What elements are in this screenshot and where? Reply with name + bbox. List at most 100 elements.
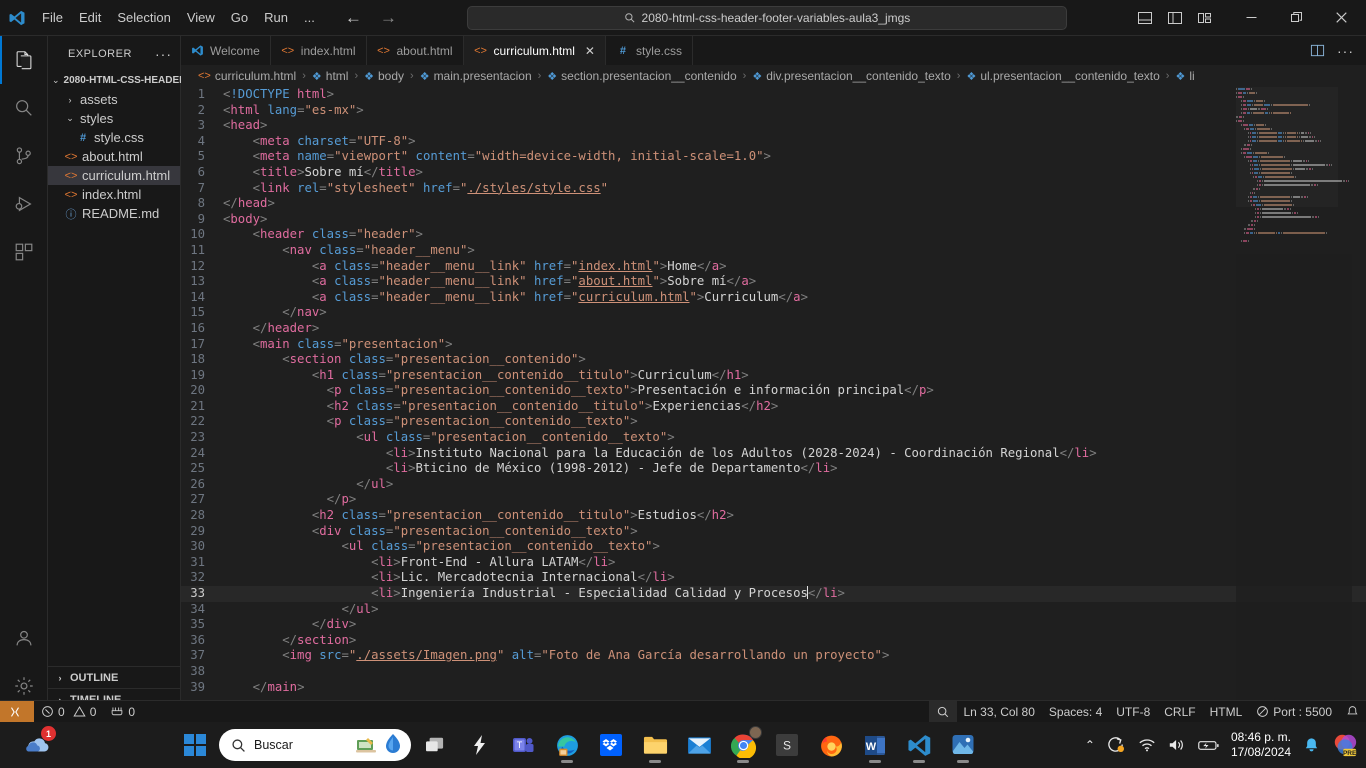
editor-more-actions-icon[interactable]: ···	[1337, 43, 1354, 59]
line-content[interactable]: <h2 class="presentacion__contenido__titu…	[223, 508, 1366, 524]
toggle-sidebar-icon[interactable]	[1167, 10, 1183, 26]
onedrive-sync-icon[interactable]	[1107, 736, 1126, 755]
line-content[interactable]: <p class="presentacion__contenido__texto…	[223, 383, 1366, 399]
line-content[interactable]: <li>Lic. Mercadotecnia Internacional</li…	[223, 570, 1366, 586]
s-app-icon[interactable]: S	[767, 725, 807, 765]
activity-extensions[interactable]	[0, 228, 48, 276]
breadcrumb-item-html[interactable]: ❖ html	[312, 69, 349, 83]
code-line[interactable]: 2 <html lang="es-mx">	[181, 103, 1366, 119]
line-content[interactable]: </head>	[223, 196, 1366, 212]
line-content[interactable]: <ul class="presentacion__contenido__text…	[223, 539, 1366, 555]
activity-accounts[interactable]	[0, 614, 48, 662]
tree-item-index-html[interactable]: <> index.html	[48, 185, 180, 204]
dropbox-app-icon[interactable]	[591, 725, 631, 765]
section-outline[interactable]: › OUTLINE	[48, 666, 180, 688]
task-view-button[interactable]	[415, 725, 455, 765]
code-line[interactable]: 18 <section class="presentacion__conteni…	[181, 352, 1366, 368]
line-content[interactable]: </ul>	[223, 602, 1366, 618]
code-line[interactable]: 29 <div class="presentacion__contenido__…	[181, 524, 1366, 540]
indentation-status[interactable]: Spaces: 4	[1042, 701, 1109, 723]
line-content[interactable]: </nav>	[223, 305, 1366, 321]
code-line[interactable]: 1 <!DOCTYPE html>	[181, 87, 1366, 103]
photos-app-icon[interactable]	[943, 725, 983, 765]
code-line[interactable]: 15 </nav>	[181, 305, 1366, 321]
line-column-status[interactable]: Ln 33, Col 80	[957, 701, 1042, 723]
editor-search-status[interactable]	[928, 700, 957, 723]
activity-source-control[interactable]	[0, 132, 48, 180]
code-line[interactable]: 14 <a class="header__menu__link" href="c…	[181, 290, 1366, 306]
line-content[interactable]: </div>	[223, 617, 1366, 633]
code-line[interactable]: 4 <meta charset="UTF-8">	[181, 134, 1366, 150]
eol-status[interactable]: CRLF	[1157, 701, 1202, 723]
edge-app-icon[interactable]	[547, 725, 587, 765]
line-content[interactable]: <link rel="stylesheet" href="./styles/st…	[223, 181, 1366, 197]
code-line[interactable]: 24 <li>Instituto Nacional para la Educac…	[181, 446, 1366, 462]
code-line[interactable]: 28 <h2 class="presentacion__contenido__t…	[181, 508, 1366, 524]
line-content[interactable]: <li>Ingeniería Industrial - Especialidad…	[223, 586, 1366, 602]
close-button[interactable]	[1319, 0, 1364, 35]
taskbar-clock[interactable]: 08:46 p. m. 17/08/2024	[1231, 730, 1291, 760]
customize-layout-icon[interactable]	[1197, 10, 1213, 26]
tab-welcome[interactable]: Welcome	[181, 36, 271, 65]
taskbar-search[interactable]: Buscar	[219, 729, 411, 761]
code-line[interactable]: 3 <head>	[181, 118, 1366, 134]
tree-item-assets[interactable]: › assets	[48, 90, 180, 109]
problems-status[interactable]: 0 0	[34, 701, 103, 723]
line-content[interactable]: <title>Sobre mí</title>	[223, 165, 1366, 181]
activity-search[interactable]	[0, 84, 48, 132]
start-button[interactable]	[175, 725, 215, 765]
code-line[interactable]: 30 <ul class="presentacion__contenido__t…	[181, 539, 1366, 555]
minimize-button[interactable]	[1229, 0, 1274, 35]
menu-view[interactable]: View	[179, 7, 223, 28]
wifi-icon[interactable]	[1138, 737, 1156, 753]
notifications-bell[interactable]	[1339, 701, 1366, 723]
code-line[interactable]: 8 </head>	[181, 196, 1366, 212]
code-line[interactable]: 35 </div>	[181, 617, 1366, 633]
line-content[interactable]: <p class="presentacion__contenido__texto…	[223, 414, 1366, 430]
menu-go[interactable]: Go	[223, 7, 256, 28]
breadcrumb-item-body[interactable]: ❖ body	[364, 69, 404, 83]
lightning-app-icon[interactable]	[459, 725, 499, 765]
tray-chevron-up-icon[interactable]: ⌃	[1085, 738, 1095, 752]
tree-item-styles[interactable]: ⌄ styles	[48, 109, 180, 128]
code-line[interactable]: 26 </ul>	[181, 477, 1366, 493]
code-line[interactable]: 34 </ul>	[181, 602, 1366, 618]
menu-edit[interactable]: Edit	[71, 7, 109, 28]
code-line[interactable]: 20 <p class="presentacion__contenido__te…	[181, 383, 1366, 399]
copilot-pre-icon[interactable]: PRE	[1332, 732, 1358, 758]
breadcrumb-item-main[interactable]: ❖ main.presentacion	[420, 69, 532, 83]
tree-item-about-html[interactable]: <> about.html	[48, 147, 180, 166]
vscode-app-icon[interactable]	[899, 725, 939, 765]
line-content[interactable]: </ul>	[223, 477, 1366, 493]
language-mode-status[interactable]: HTML	[1203, 701, 1250, 723]
line-content[interactable]: <img src="./assets/Imagen.png" alt="Foto…	[223, 648, 1366, 664]
code-line[interactable]: 5 <meta name="viewport" content="width=d…	[181, 149, 1366, 165]
teams-app-icon[interactable]: T	[503, 725, 543, 765]
tree-item-style-css[interactable]: # style.css	[48, 128, 180, 147]
tree-root-folder[interactable]: ⌄ 2080-HTML-CSS-HEADER-...	[48, 71, 198, 90]
line-content[interactable]: <!DOCTYPE html>	[223, 87, 1366, 103]
code-line[interactable]: 25 <li>Bticino de México (1998-2012) - J…	[181, 461, 1366, 477]
line-content[interactable]: </p>	[223, 492, 1366, 508]
code-line[interactable]: 6 <title>Sobre mí</title>	[181, 165, 1366, 181]
minimap[interactable]	[1236, 87, 1352, 710]
breadcrumb-item-li[interactable]: ❖ li	[1175, 69, 1194, 83]
tree-item-curriculum-html[interactable]: <> curriculum.html	[48, 166, 180, 185]
line-content[interactable]: <meta charset="UTF-8">	[223, 134, 1366, 150]
code-line[interactable]: 39 </main>	[181, 680, 1366, 696]
command-center-search[interactable]: 2080-html-css-header-footer-variables-au…	[466, 5, 1067, 30]
minimap-slider[interactable]	[1236, 87, 1338, 207]
code-line[interactable]: 36 </section>	[181, 633, 1366, 649]
go-back-icon[interactable]: ←	[345, 9, 362, 26]
line-content[interactable]: <section class="presentacion__contenido"…	[223, 352, 1366, 368]
code-line[interactable]: 16 </header>	[181, 321, 1366, 337]
go-forward-icon[interactable]: →	[380, 9, 397, 26]
line-content[interactable]: <nav class="header__menu">	[223, 243, 1366, 259]
live-server-port-status[interactable]: Port : 5500	[1249, 701, 1339, 723]
line-content[interactable]	[223, 664, 1366, 680]
battery-icon[interactable]	[1198, 739, 1219, 752]
close-icon[interactable]: ✕	[585, 44, 595, 58]
toggle-panel-icon[interactable]	[1137, 10, 1153, 26]
line-content[interactable]: <div class="presentacion__contenido__tex…	[223, 524, 1366, 540]
line-content[interactable]: <meta name="viewport" content="width=dev…	[223, 149, 1366, 165]
